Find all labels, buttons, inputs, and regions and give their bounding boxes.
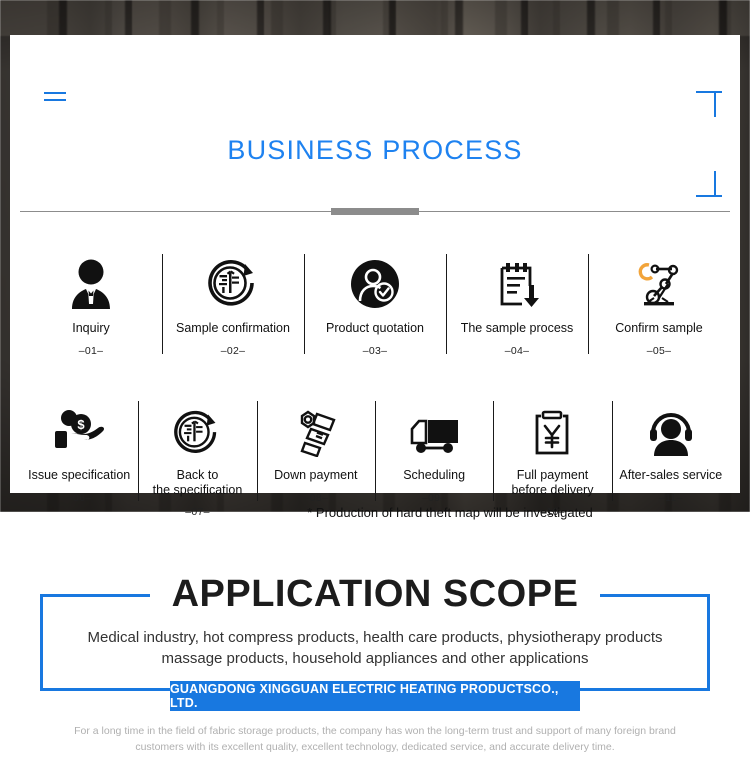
- corner-line-vertical: [714, 171, 716, 197]
- step-label: After-sales service: [619, 468, 723, 482]
- document-download-icon: [492, 250, 542, 310]
- corner-line-horizontal: [696, 195, 722, 197]
- step-label: Down payment: [274, 468, 358, 482]
- businessman-icon: [64, 250, 118, 310]
- divider-block: [331, 208, 419, 215]
- process-step-10[interactable]: Full payment before delivery –10–: [493, 397, 611, 518]
- process-step-04[interactable]: The sample process –04–: [446, 250, 588, 357]
- scope-title-container: APPLICATION SCOPE: [0, 575, 750, 613]
- process-step-07[interactable]: Back to the specification –07–: [138, 397, 256, 518]
- process-step-11[interactable]: After-sales service –11–: [611, 397, 730, 518]
- robot-arm-icon: [632, 250, 686, 310]
- step-number: –06–: [66, 491, 92, 504]
- yen-clipboard-icon: [531, 397, 573, 457]
- headset-support-icon: [645, 397, 697, 457]
- hamburger-line: [44, 92, 66, 94]
- process-step-09[interactable]: Scheduling –09–: [374, 397, 493, 518]
- title-divider: [20, 208, 730, 216]
- step-label: Issue specification: [28, 468, 131, 482]
- process-step-05[interactable]: Confirm sample –05–: [588, 250, 730, 357]
- page-title: BUSINESS PROCESS: [227, 135, 523, 165]
- step-label: Confirm sample: [615, 321, 703, 335]
- business-process-panel: BUSINESS PROCESS Inquiry –01– Sample con…: [10, 35, 740, 520]
- process-step-02[interactable]: Sample confirmation –02–: [162, 250, 304, 357]
- company-name-button[interactable]: GUANGDONG XINGGUAN ELECTRIC HEATING PROD…: [170, 681, 580, 711]
- sample-refresh-icon: [205, 250, 261, 310]
- step-number: –01–: [78, 344, 104, 357]
- step-number: –09–: [421, 491, 447, 504]
- corner-crosshair-icon-top: [696, 91, 722, 117]
- step-label: Inquiry: [72, 321, 110, 335]
- step-number: –05–: [646, 344, 672, 357]
- process-row-2: $ Issue specification –06– Back to the s…: [20, 397, 730, 518]
- process-step-03[interactable]: Product quotation –03–: [304, 250, 446, 357]
- step-number: –03–: [362, 344, 388, 357]
- hamburger-line: [44, 99, 66, 101]
- step-number: –11–: [658, 491, 683, 504]
- step-number: –04–: [504, 344, 530, 357]
- step-label: The sample process: [460, 321, 574, 335]
- hand-coins-icon: $: [50, 397, 108, 457]
- process-footnote: * Production of hard theft map will be i…: [307, 505, 593, 520]
- banknotes-icon: [289, 397, 343, 457]
- corner-line-vertical: [714, 91, 716, 117]
- scope-title: APPLICATION SCOPE: [149, 575, 601, 613]
- process-step-08[interactable]: Down payment –08–: [256, 397, 375, 518]
- process-step-01[interactable]: Inquiry –01–: [20, 250, 162, 357]
- corner-crosshair-icon-bottom: [696, 171, 722, 197]
- company-footer-text: For a long time in the field of fabric s…: [74, 725, 676, 754]
- process-row-1: Inquiry –01– Sample confirmation –02– Pr…: [20, 250, 730, 357]
- user-check-circle-icon: [349, 250, 401, 310]
- sample-refresh-icon: [169, 397, 225, 457]
- step-label: Scheduling: [403, 468, 466, 482]
- svg-text:$: $: [78, 417, 86, 432]
- step-label: Product quotation: [326, 321, 424, 335]
- step-number: –08–: [303, 491, 329, 504]
- step-label: Back to the specification: [152, 468, 243, 497]
- step-label: Full payment before delivery: [511, 468, 594, 497]
- scope-description: Medical industry, hot compress products,…: [87, 629, 663, 668]
- step-number: –02–: [220, 344, 246, 357]
- corner-line-horizontal: [696, 91, 722, 93]
- hamburger-menu-icon[interactable]: [44, 92, 66, 106]
- process-step-06[interactable]: $ Issue specification –06–: [20, 397, 138, 518]
- step-label: Sample confirmation: [176, 321, 290, 335]
- delivery-truck-icon: [406, 397, 462, 457]
